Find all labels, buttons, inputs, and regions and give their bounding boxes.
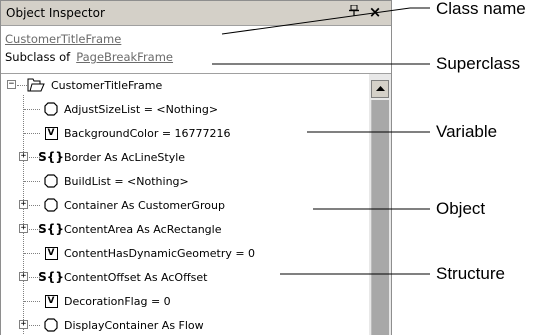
callout-lines: [212, 7, 430, 275]
callout-object: Object: [436, 199, 486, 218]
callout-structure: Structure: [436, 264, 505, 283]
callout-class-name: Class name: [436, 0, 526, 18]
callout-variable: Variable: [436, 122, 498, 141]
callout-superclass: Superclass: [436, 54, 521, 73]
callout-line-class-name: [221, 7, 411, 35]
